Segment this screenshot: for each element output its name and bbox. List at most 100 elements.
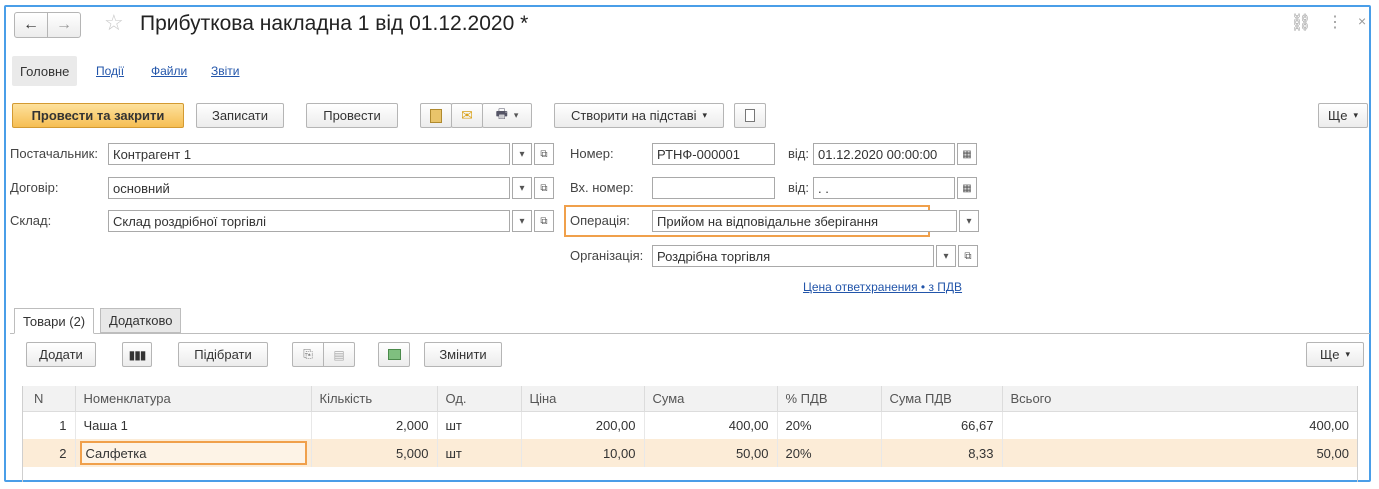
operation-input[interactable]: Прийом на відповідальне зберігання	[652, 210, 957, 232]
column-header[interactable]: Од.	[437, 386, 522, 412]
row-name[interactable]: Чаша 1	[75, 411, 312, 439]
document-icon	[745, 109, 755, 122]
date-label: від:	[788, 146, 809, 161]
warehouse-dropdown-button[interactable]: ▾	[512, 210, 532, 232]
column-header[interactable]: Всього	[1002, 386, 1358, 412]
fill-button[interactable]	[378, 342, 410, 367]
row-unit[interactable]: шт	[437, 411, 522, 439]
tabs-divider	[10, 333, 1370, 334]
row-unit[interactable]: шт	[437, 439, 522, 467]
in-date-input[interactable]: . .	[813, 177, 955, 199]
report-button[interactable]	[734, 103, 766, 128]
supplier-dropdown-button[interactable]: ▾	[512, 143, 532, 165]
tab-files[interactable]: Файли	[151, 64, 187, 78]
change-button[interactable]: Змінити	[424, 342, 502, 367]
goods-table: N Номенклатура Кількість Од. Ціна Сума %…	[22, 386, 1358, 467]
link-icon[interactable]: ⛓	[1290, 13, 1312, 33]
tab-events[interactable]: Події	[96, 64, 124, 78]
date-calendar-button[interactable]: ▦	[957, 143, 977, 165]
arrow-right-icon: →	[56, 16, 72, 33]
row-vat-sum[interactable]: 8,33	[881, 439, 1003, 467]
open-icon: ⧉	[540, 182, 548, 194]
warehouse-open-button[interactable]: ⧉	[534, 210, 554, 232]
table-row[interactable]: 2 Салфетка 5,000 шт 10,00 50,00 20% 8,33…	[22, 439, 1358, 467]
operation-dropdown-button[interactable]: ▾	[959, 210, 979, 232]
arrow-left-icon: ←	[23, 16, 39, 33]
row-vat-sum[interactable]: 66,67	[881, 411, 1003, 439]
organization-input[interactable]: Роздрібна торгівля	[652, 245, 934, 267]
row-total[interactable]: 400,00	[1002, 411, 1358, 439]
row-price[interactable]: 200,00	[521, 411, 645, 439]
open-icon: ⧉	[540, 215, 548, 227]
tab-additional[interactable]: Додатково	[100, 308, 182, 333]
in-date-label: від:	[788, 180, 809, 195]
chevron-down-icon: ▾	[519, 148, 525, 160]
supplier-open-button[interactable]: ⧉	[534, 143, 554, 165]
row-name[interactable]: Салфетка	[79, 441, 307, 465]
more-button[interactable]: Ще ▾	[1318, 103, 1368, 128]
price-type-link[interactable]: Цена ответхранения • з ПДВ	[803, 280, 962, 294]
column-header[interactable]: % ПДВ	[777, 386, 882, 412]
organization-dropdown-button[interactable]: ▾	[936, 245, 956, 267]
supplier-label: Постачальник:	[10, 146, 98, 161]
goods-more-button[interactable]: Ще ▾	[1306, 342, 1364, 367]
contract-dropdown-button[interactable]: ▾	[512, 177, 532, 199]
barcode-button[interactable]: ▮▮▮	[122, 342, 152, 367]
close-icon[interactable]: ×	[1358, 13, 1366, 29]
row-vat-rate[interactable]: 20%	[777, 439, 882, 467]
organization-open-button[interactable]: ⧉	[958, 245, 978, 267]
date-input[interactable]: 01.12.2020 00:00:00	[813, 143, 955, 165]
row-vat-rate[interactable]: 20%	[777, 411, 882, 439]
print-button[interactable]: 🖶 ▾	[482, 103, 532, 128]
tab-goods[interactable]: Товари (2)	[14, 308, 95, 334]
column-header[interactable]: Кількість	[311, 386, 438, 412]
add-button[interactable]: Додати	[26, 342, 96, 367]
pick-button[interactable]: Підібрати	[178, 342, 268, 367]
window-title: Прибуткова накладна 1 від 01.12.2020 *	[140, 12, 529, 35]
number-input[interactable]: РТНФ-000001	[652, 143, 775, 165]
in-date-calendar-button[interactable]: ▦	[957, 177, 977, 199]
warehouse-label: Склад:	[10, 213, 52, 228]
tab-reports[interactable]: Звіти	[211, 64, 240, 78]
paste-icon: ▤	[333, 347, 345, 362]
row-sum[interactable]: 50,00	[644, 439, 778, 467]
column-header[interactable]: Сума	[644, 386, 778, 412]
warehouse-input[interactable]: Склад роздрібної торгівлі	[108, 210, 510, 232]
row-number: 1	[22, 411, 76, 439]
number-label: Номер:	[570, 146, 614, 161]
post-button[interactable]: Провести	[306, 103, 398, 128]
paste-row-button[interactable]: ▤	[323, 342, 355, 367]
row-price[interactable]: 10,00	[521, 439, 645, 467]
calendar-icon: ▦	[962, 148, 972, 160]
email-button[interactable]: ✉	[451, 103, 483, 128]
chevron-down-icon: ▾	[513, 110, 519, 120]
star-icon[interactable]: ☆	[104, 10, 124, 36]
print-preview-button[interactable]	[420, 103, 452, 128]
copy-icon: ⎘	[303, 347, 313, 361]
column-header[interactable]: Ціна	[521, 386, 645, 412]
in-number-input[interactable]	[652, 177, 775, 199]
back-button[interactable]: ←	[14, 12, 48, 38]
row-total[interactable]: 50,00	[1002, 439, 1358, 467]
tab-main[interactable]: Головне	[12, 56, 78, 86]
row-qty[interactable]: 2,000	[311, 411, 438, 439]
save-button[interactable]: Записати	[196, 103, 284, 128]
table-row[interactable]: 1 Чаша 1 2,000 шт 200,00 400,00 20% 66,6…	[22, 411, 1358, 439]
more-vert-icon[interactable]: ⋮	[1327, 12, 1343, 32]
supplier-input[interactable]: Контрагент 1	[108, 143, 510, 165]
contract-open-button[interactable]: ⧉	[534, 177, 554, 199]
create-based-on-button[interactable]: Створити на підставі ▾	[554, 103, 724, 128]
forward-button[interactable]: →	[47, 12, 81, 38]
chevron-down-icon: ▾	[1345, 349, 1350, 359]
chevron-down-icon: ▾	[943, 250, 949, 262]
copy-row-button[interactable]: ⎘	[292, 342, 324, 367]
contract-label: Договір:	[10, 180, 59, 195]
column-header[interactable]: Сума ПДВ	[881, 386, 1003, 412]
row-sum[interactable]: 400,00	[644, 411, 778, 439]
post-and-close-button[interactable]: Провести та закрити	[12, 103, 184, 128]
column-header[interactable]: Номенклатура	[75, 386, 312, 412]
row-qty[interactable]: 5,000	[311, 439, 438, 467]
row-name-cell[interactable]: Салфетка	[75, 439, 312, 467]
contract-input[interactable]: основний	[108, 177, 510, 199]
column-header[interactable]: N	[22, 386, 76, 412]
